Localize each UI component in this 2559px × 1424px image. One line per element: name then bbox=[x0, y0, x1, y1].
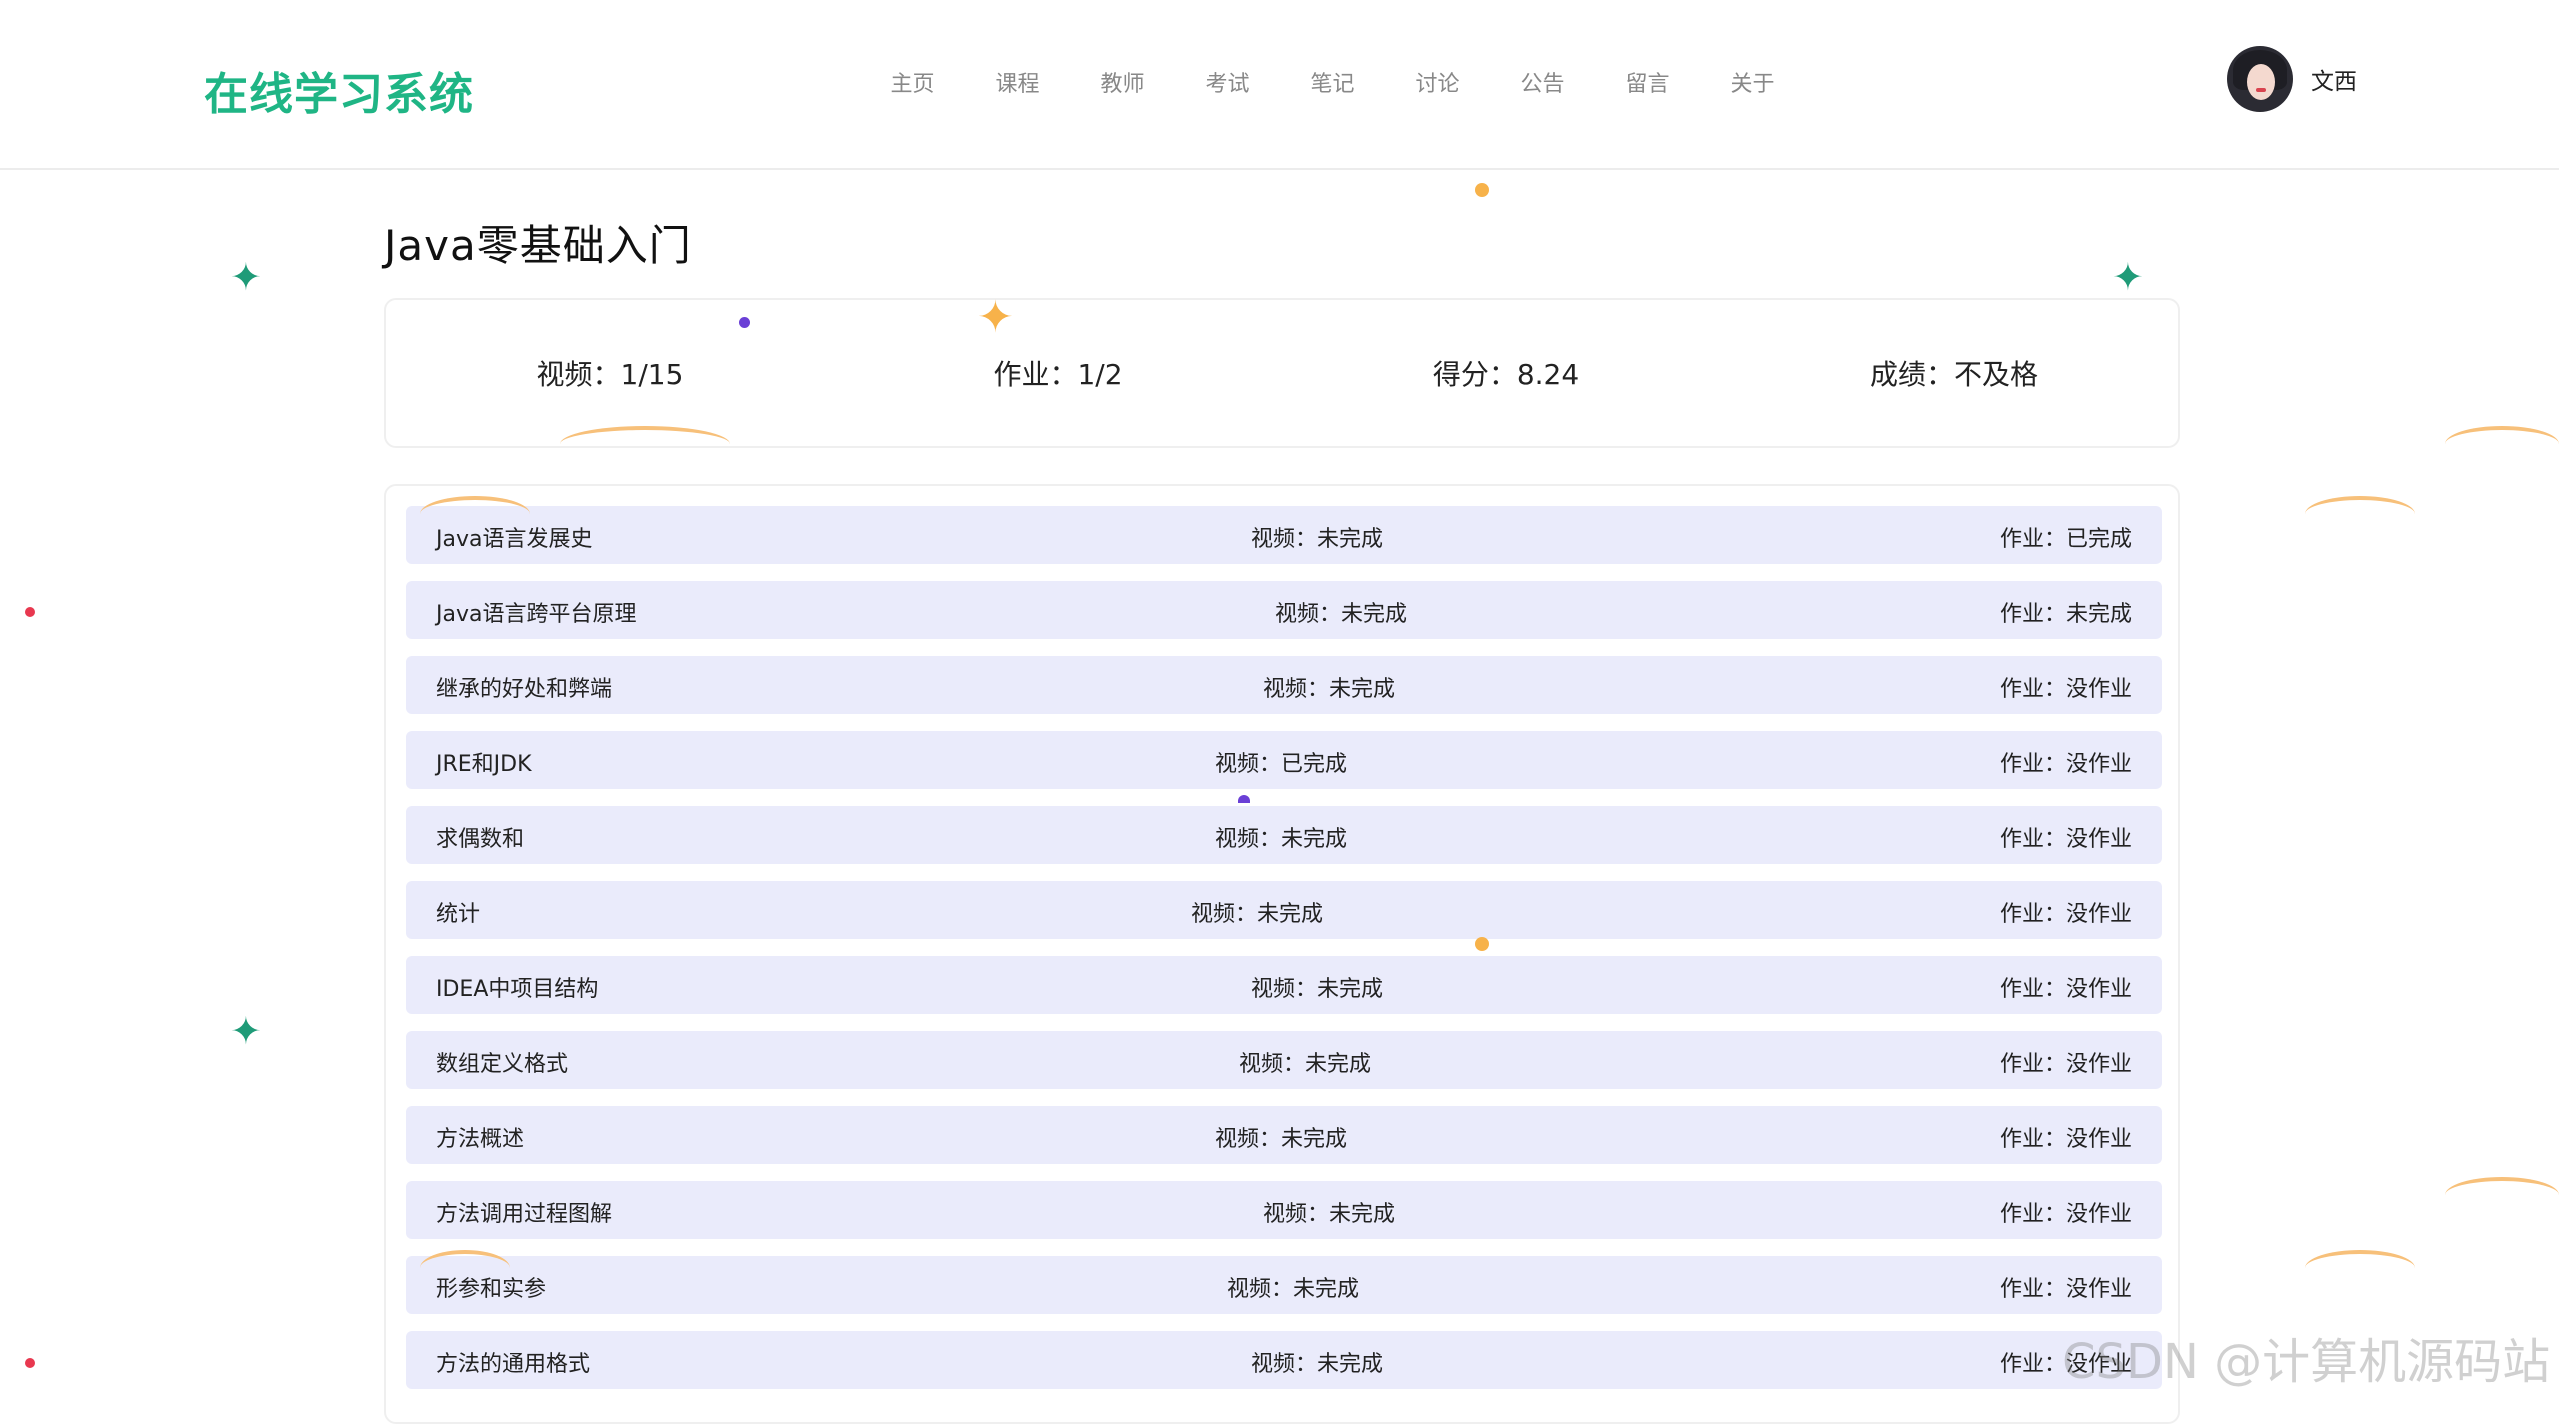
nav-courses[interactable]: 课程 bbox=[965, 66, 1070, 98]
lesson-homework-status: 作业：没作业 bbox=[1999, 1202, 2132, 1227]
decor-arc bbox=[2305, 496, 2415, 514]
nav-home[interactable]: 主页 bbox=[860, 66, 965, 98]
lesson-video-status: 视频：未完成 bbox=[1190, 902, 1324, 927]
lesson-homework-status: 作业：没作业 bbox=[1999, 977, 2132, 1002]
nav-exams[interactable]: 考试 bbox=[1175, 66, 1280, 98]
lesson-row[interactable]: JRE和JDK 视频：已完成 作业：没作业 bbox=[406, 731, 2162, 789]
lesson-name: 统计 bbox=[436, 902, 481, 927]
stat-video-progress: 视频：1/15 bbox=[536, 358, 684, 391]
lesson-name: 继承的好处和弊端 bbox=[436, 677, 613, 702]
sparkle-icon: ✦ bbox=[2112, 255, 2144, 299]
lesson-video-status: 视频：未完成 bbox=[1238, 1052, 1372, 1077]
lesson-homework-status: 作业：没作业 bbox=[1999, 827, 2132, 852]
lesson-name: 方法调用过程图解 bbox=[436, 1202, 613, 1227]
avatar[interactable] bbox=[2227, 46, 2293, 112]
decor-arc bbox=[2305, 1250, 2415, 1268]
lesson-row[interactable]: 方法调用过程图解 视频：未完成 作业：没作业 bbox=[406, 1181, 2162, 1239]
main-nav: 主页 课程 教师 考试 笔记 讨论 公告 留言 关于 bbox=[860, 66, 1805, 98]
lesson-list: Java语言发展史 视频：未完成 作业：已完成 Java语言跨平台原理 视频：未… bbox=[384, 484, 2180, 1424]
sparkle-icon: ✦ bbox=[230, 255, 262, 299]
user-menu[interactable]: 文西 bbox=[2227, 46, 2357, 112]
decor-arc bbox=[2445, 1177, 2559, 1195]
lesson-video-status: 视频：未完成 bbox=[1250, 527, 1384, 552]
lesson-name: 数组定义格式 bbox=[436, 1052, 569, 1077]
decor-dot bbox=[25, 1358, 35, 1368]
user-name[interactable]: 文西 bbox=[2311, 62, 2357, 96]
nav-discussion[interactable]: 讨论 bbox=[1385, 66, 1490, 98]
decor-dot bbox=[1475, 183, 1489, 197]
lesson-row[interactable]: 统计 视频：未完成 作业：没作业 bbox=[406, 881, 2162, 939]
top-header: 在线学习系统 主页 课程 教师 考试 笔记 讨论 公告 留言 关于 文西 bbox=[0, 0, 2559, 170]
lesson-video-status: 视频：未完成 bbox=[1226, 1277, 1360, 1302]
lesson-name: IDEA中项目结构 bbox=[436, 977, 599, 1002]
sparkle-icon: ✦ bbox=[230, 1009, 262, 1053]
course-stats-card: 视频：1/15 作业：1/2 得分：8.24 成绩：不及格 bbox=[384, 298, 2180, 448]
lesson-video-status: 视频：未完成 bbox=[1250, 977, 1384, 1002]
lesson-row[interactable]: Java语言跨平台原理 视频：未完成 作业：未完成 bbox=[406, 581, 2162, 639]
lesson-name: 形参和实参 bbox=[436, 1277, 547, 1302]
watermark: CSDN @计算机源码站 bbox=[2062, 1334, 2551, 1390]
lesson-row[interactable]: 形参和实参 视频：未完成 作业：没作业 bbox=[406, 1256, 2162, 1314]
nav-about[interactable]: 关于 bbox=[1700, 66, 1805, 98]
lesson-video-status: 视频：已完成 bbox=[1214, 752, 1348, 777]
lesson-row[interactable]: 继承的好处和弊端 视频：未完成 作业：没作业 bbox=[406, 656, 2162, 714]
lesson-name: 方法概述 bbox=[436, 1127, 525, 1152]
nav-messages[interactable]: 留言 bbox=[1595, 66, 1700, 98]
lesson-row[interactable]: Java语言发展史 视频：未完成 作业：已完成 bbox=[406, 506, 2162, 564]
decor-arc bbox=[2445, 426, 2559, 444]
lesson-homework-status: 作业：已完成 bbox=[1999, 527, 2132, 552]
lesson-homework-status: 作业：没作业 bbox=[1999, 752, 2132, 777]
lesson-name: 求偶数和 bbox=[436, 827, 525, 852]
decor-dot bbox=[25, 607, 35, 617]
lesson-video-status: 视频：未完成 bbox=[1274, 602, 1408, 627]
lesson-name: 方法的通用格式 bbox=[436, 1352, 591, 1377]
course-title: Java零基础入门 bbox=[384, 221, 692, 270]
stat-score: 得分：8.24 bbox=[1432, 358, 1580, 391]
lesson-name: Java语言发展史 bbox=[436, 527, 593, 552]
lesson-homework-status: 作业：没作业 bbox=[1999, 1052, 2132, 1077]
lesson-video-status: 视频：未完成 bbox=[1214, 827, 1348, 852]
stat-grade: 成绩：不及格 bbox=[1869, 358, 2038, 391]
site-logo[interactable]: 在线学习系统 bbox=[204, 58, 474, 122]
nav-teachers[interactable]: 教师 bbox=[1070, 66, 1175, 98]
lesson-row[interactable]: 方法概述 视频：未完成 作业：没作业 bbox=[406, 1106, 2162, 1164]
nav-announcements[interactable]: 公告 bbox=[1490, 66, 1595, 98]
lesson-name: Java语言跨平台原理 bbox=[436, 602, 637, 627]
lesson-homework-status: 作业：没作业 bbox=[1999, 1277, 2132, 1302]
lesson-video-status: 视频：未完成 bbox=[1262, 677, 1396, 702]
lesson-homework-status: 作业：没作业 bbox=[1999, 1127, 2132, 1152]
lesson-row[interactable]: 方法的通用格式 视频：未完成 作业：没作业 bbox=[406, 1331, 2162, 1389]
lesson-homework-status: 作业：没作业 bbox=[1999, 677, 2132, 702]
lesson-row[interactable]: IDEA中项目结构 视频：未完成 作业：没作业 bbox=[406, 956, 2162, 1014]
lesson-video-status: 视频：未完成 bbox=[1250, 1352, 1384, 1377]
lesson-homework-status: 作业：没作业 bbox=[1999, 902, 2132, 927]
lesson-name: JRE和JDK bbox=[436, 752, 532, 777]
lesson-video-status: 视频：未完成 bbox=[1214, 1127, 1348, 1152]
lesson-video-status: 视频：未完成 bbox=[1262, 1202, 1396, 1227]
lesson-row[interactable]: 数组定义格式 视频：未完成 作业：没作业 bbox=[406, 1031, 2162, 1089]
lesson-homework-status: 作业：未完成 bbox=[1999, 602, 2132, 627]
lesson-row[interactable]: 求偶数和 视频：未完成 作业：没作业 bbox=[406, 806, 2162, 864]
nav-notes[interactable]: 笔记 bbox=[1280, 66, 1385, 98]
stat-homework-progress: 作业：1/2 bbox=[993, 358, 1123, 391]
